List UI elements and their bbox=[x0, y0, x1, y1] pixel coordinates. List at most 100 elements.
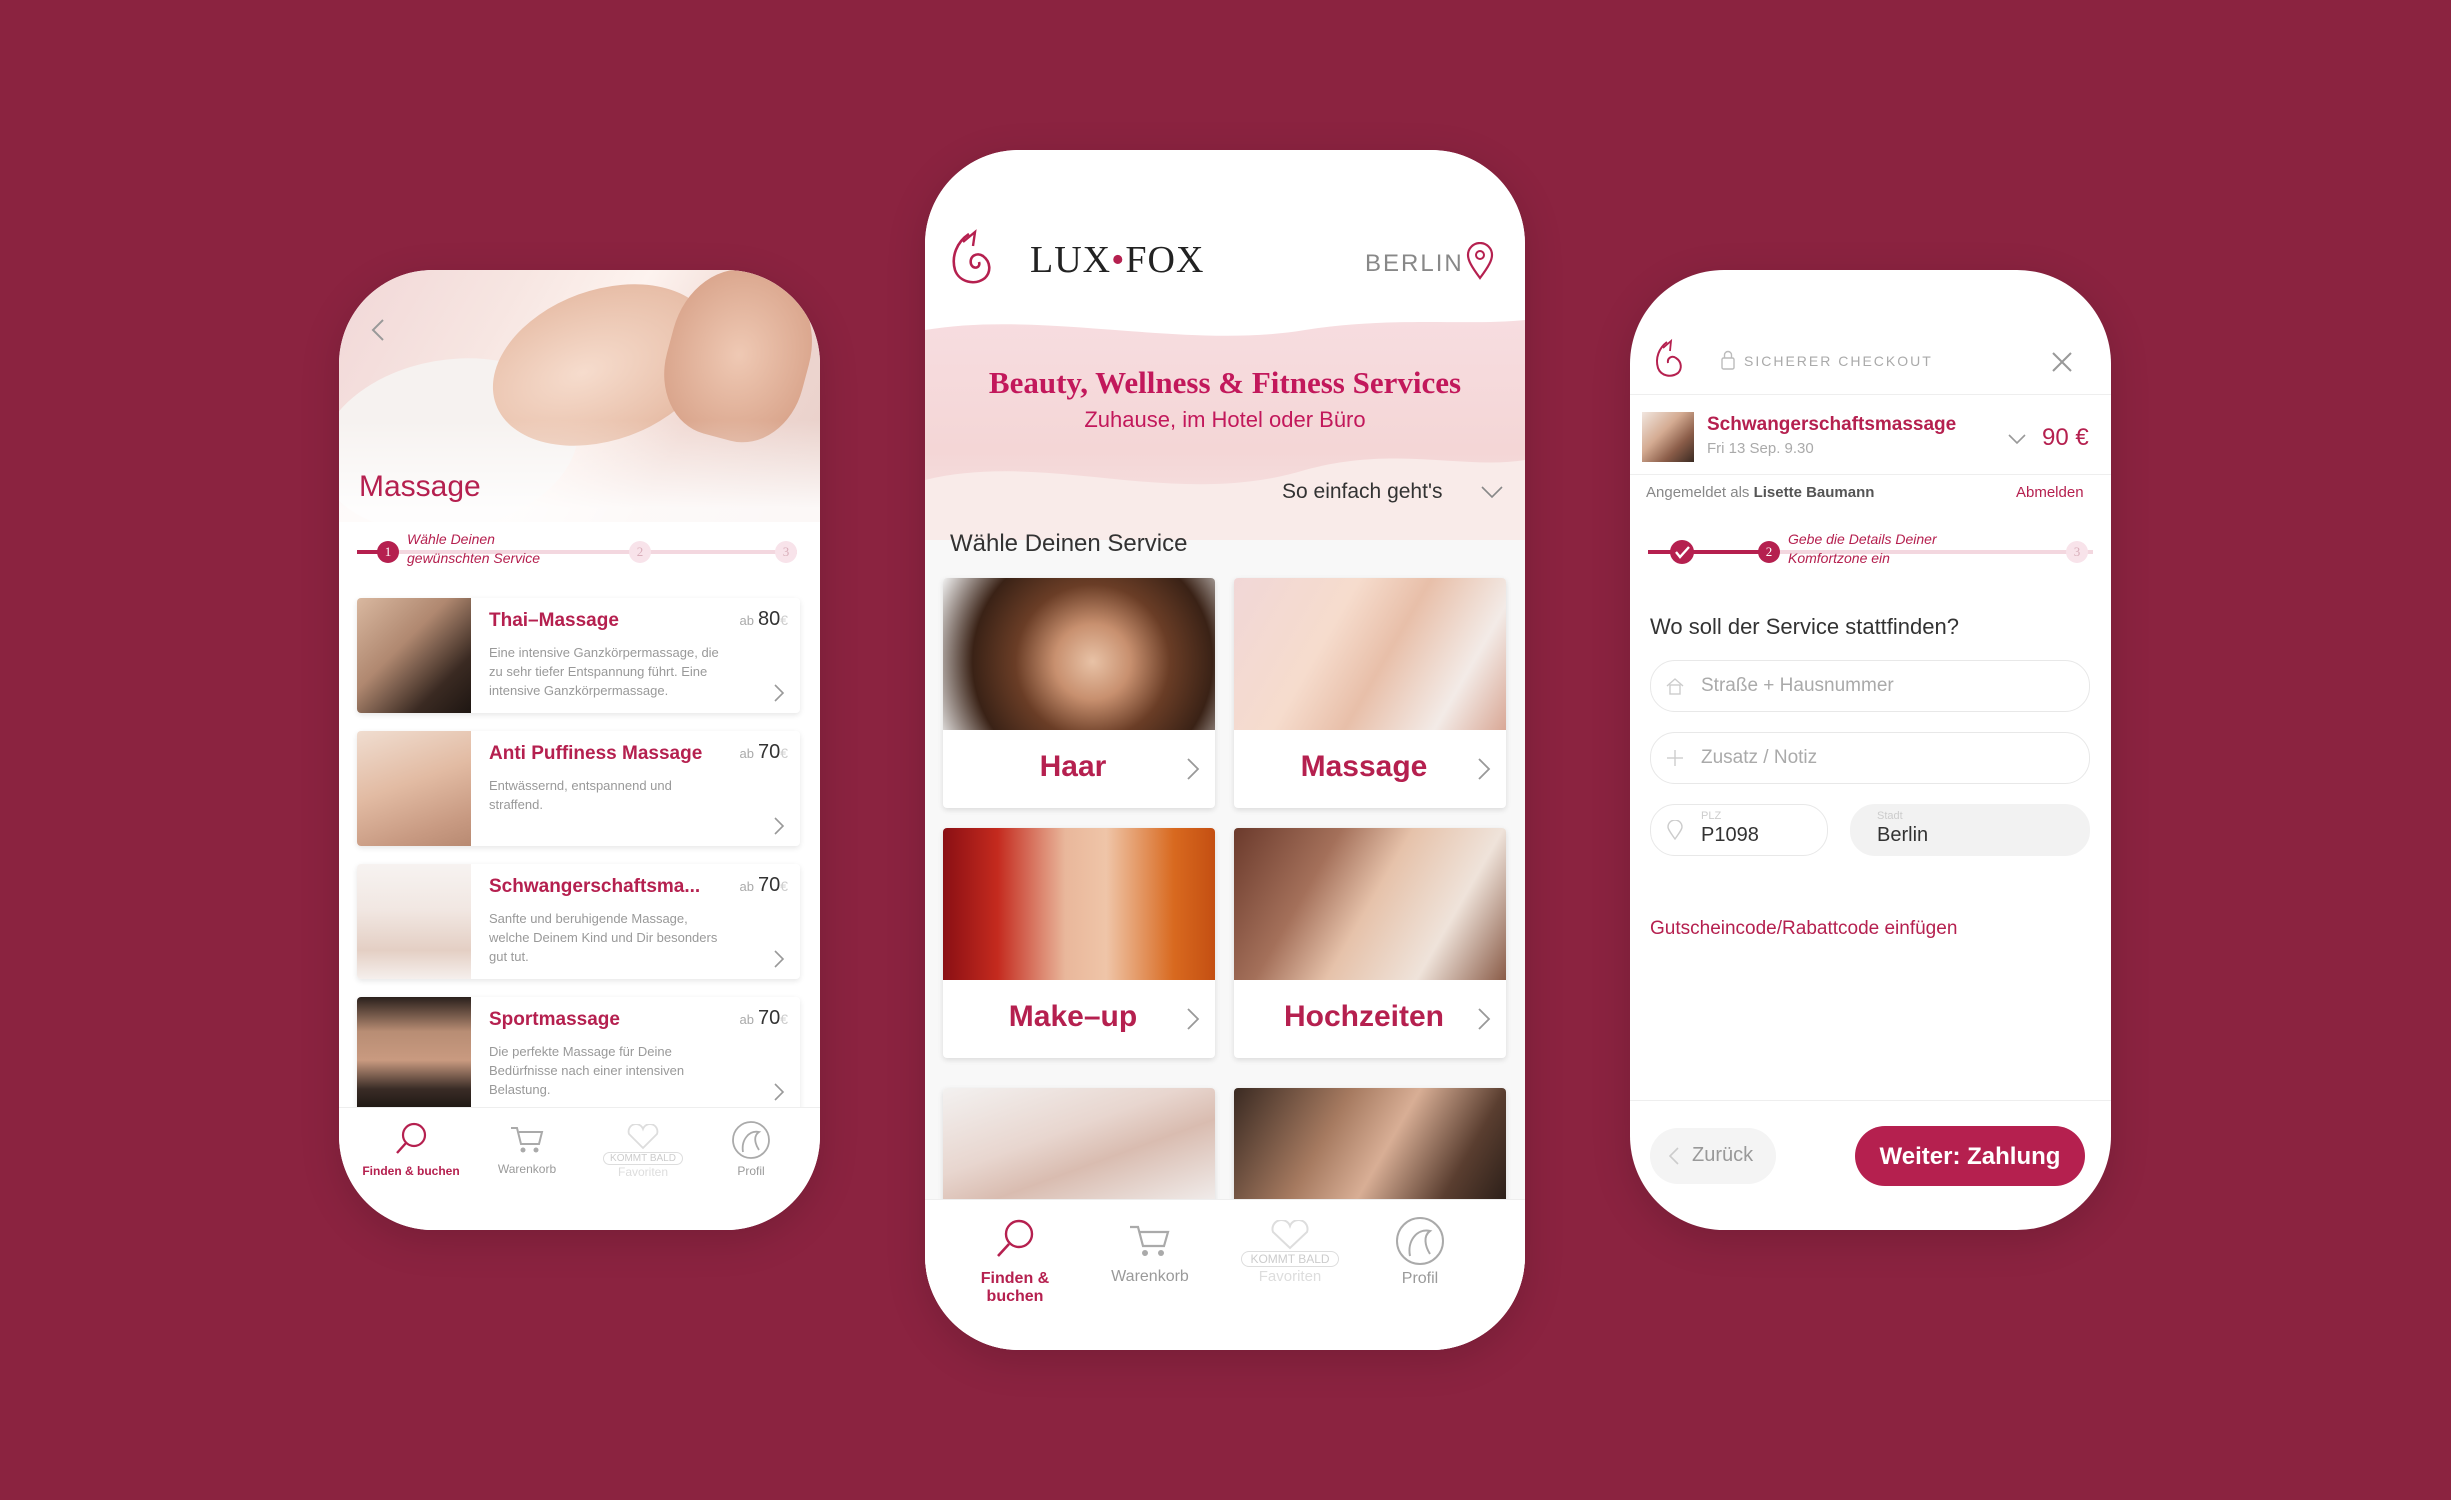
category-label: Haar bbox=[1039, 750, 1107, 783]
category-image bbox=[943, 1088, 1215, 1206]
city-field: Stadt Berlin bbox=[1850, 804, 2090, 856]
chevron-right-icon bbox=[774, 684, 785, 702]
service-list: Thai–Massage ab 80€ Eine intensive Ganzkö… bbox=[357, 598, 800, 1130]
tab-find-and-book[interactable]: Finden & buchen bbox=[361, 1120, 461, 1178]
category-label: Hochzeiten bbox=[1283, 1000, 1445, 1033]
tab-cart[interactable]: Warenkorb bbox=[1100, 1222, 1200, 1286]
step-2-indicator: 2 bbox=[1758, 541, 1780, 563]
tab-cart[interactable]: Warenkorb bbox=[487, 1124, 567, 1176]
service-thumbnail bbox=[357, 598, 471, 713]
logout-link[interactable]: Abmelden bbox=[2016, 484, 2084, 501]
service-card-anti-puffiness[interactable]: Anti Puffiness Massage ab 70€ Entwässernd… bbox=[357, 731, 800, 846]
location-question: Wo soll der Service stattfinden? bbox=[1650, 614, 1959, 639]
postal-code-field[interactable]: PLZ P1098 bbox=[1650, 804, 1828, 856]
service-card-thai[interactable]: Thai–Massage ab 80€ Eine intensive Ganzkö… bbox=[357, 598, 800, 713]
category-tile-hair[interactable]: Haar bbox=[943, 578, 1215, 808]
order-price: 90 € bbox=[2042, 424, 2089, 451]
how-it-works-toggle[interactable]: So einfach geht's bbox=[1282, 480, 1442, 504]
step-3-indicator: 3 bbox=[2066, 541, 2088, 563]
checkout-header bbox=[1630, 270, 2111, 395]
back-button[interactable]: Zurück bbox=[1650, 1128, 1776, 1184]
right-phone-screen: SICHERER CHECKOUT Schwangerschaftsmassag… bbox=[1630, 270, 2111, 1230]
lock-icon bbox=[1721, 350, 1735, 370]
service-card-sport[interactable]: Sportmassage ab 70€ Die perfekte Massage … bbox=[357, 997, 800, 1112]
search-icon bbox=[396, 1122, 427, 1154]
category-image bbox=[943, 578, 1215, 730]
chevron-down-icon[interactable] bbox=[2007, 432, 2027, 446]
bottom-tab-bar: Finden & buchen Warenkorb KOMMT BALD Fav… bbox=[339, 1107, 820, 1230]
service-price: ab 70€ bbox=[739, 741, 788, 763]
category-tile-makeup[interactable]: Make–up bbox=[943, 828, 1215, 1058]
brand-wordmark: LUX•FOX bbox=[1030, 239, 1205, 281]
tab-profile[interactable]: Profil bbox=[711, 1120, 791, 1178]
note-placeholder: Zusatz / Notiz bbox=[1701, 747, 1818, 768]
city-selector-label[interactable]: BERLIN bbox=[1365, 250, 1464, 278]
profile-icon bbox=[732, 1121, 770, 1159]
tab-find-and-book[interactable]: Finden & buchen bbox=[955, 1216, 1075, 1306]
service-name: Schwangerschaftsma... bbox=[489, 876, 701, 897]
service-price: ab 70€ bbox=[739, 874, 788, 896]
location-pin-icon bbox=[1667, 820, 1683, 840]
category-tile-weddings[interactable]: Hochzeiten bbox=[1234, 828, 1506, 1058]
note-field[interactable]: Zusatz / Notiz bbox=[1650, 732, 2090, 784]
step-1-label: Wähle Deinen gewünschten Service bbox=[407, 531, 541, 566]
heart-icon bbox=[1271, 1220, 1309, 1250]
voucher-code-link[interactable]: Gutscheincode/Rabattcode einfügen bbox=[1650, 918, 1957, 940]
chevron-right-icon bbox=[774, 1083, 785, 1101]
category-label: Make–up bbox=[1008, 1000, 1138, 1033]
category-tile-barber[interactable] bbox=[1234, 1088, 1506, 1206]
coming-soon-badge: KOMMT BALD bbox=[603, 1152, 683, 1165]
order-service-name: Schwangerschaftsmassage bbox=[1707, 414, 1957, 435]
hero-subline: Zuhause, im Hotel oder Büro bbox=[1084, 407, 1366, 432]
service-thumbnail bbox=[357, 731, 471, 846]
left-phone-screen: Massage 1 Wähle Deinen gewünschten Servic… bbox=[339, 270, 820, 1230]
step-2-indicator: 2 bbox=[629, 541, 651, 563]
chevron-left-icon bbox=[1668, 1147, 1679, 1165]
step-1-done-indicator bbox=[1670, 540, 1694, 564]
chevron-right-icon bbox=[1187, 758, 1200, 780]
category-image bbox=[1234, 578, 1506, 730]
order-thumbnail bbox=[1642, 412, 1694, 462]
location-pin-icon[interactable] bbox=[1465, 242, 1495, 280]
app-header bbox=[925, 150, 1525, 320]
city-value: Berlin bbox=[1877, 824, 1929, 846]
fox-logo-icon bbox=[1656, 338, 1682, 377]
category-image bbox=[1234, 828, 1506, 980]
progress-stepper: 1 Wähle Deinen gewünschten Service 2 3 bbox=[357, 531, 797, 582]
close-icon[interactable] bbox=[2050, 350, 2074, 374]
service-price: ab 80€ bbox=[739, 608, 788, 630]
postal-code-label: PLZ bbox=[1701, 810, 1722, 822]
service-description: Eine intensive Ganzkörpermassage, die zu … bbox=[489, 645, 719, 698]
category-label: Massage bbox=[1300, 750, 1428, 783]
plus-icon bbox=[1667, 750, 1683, 766]
chevron-down-icon[interactable] bbox=[1480, 483, 1504, 501]
checkmark-icon bbox=[1675, 546, 1690, 559]
street-field[interactable]: Straße + Hausnummer bbox=[1650, 660, 2090, 712]
street-placeholder: Straße + Hausnummer bbox=[1701, 675, 1894, 696]
middle-phone-screen: LUX•FOX BERLIN Beauty, Wellness & Fitnes… bbox=[925, 150, 1525, 1350]
category-tile-nails[interactable] bbox=[943, 1088, 1215, 1206]
service-thumbnail bbox=[357, 864, 471, 979]
heart-icon bbox=[627, 1124, 659, 1150]
coming-soon-badge: KOMMT BALD bbox=[1241, 1251, 1339, 1267]
progress-stepper: 2 Gebe die Details Deiner Komfortzone ein… bbox=[1648, 531, 2093, 582]
service-thumbnail bbox=[357, 997, 471, 1112]
service-description: Die perfekte Massage für Deine Bedürfniss… bbox=[489, 1044, 685, 1097]
back-arrow-icon[interactable] bbox=[367, 318, 391, 342]
step-3-indicator: 3 bbox=[775, 541, 797, 563]
category-image bbox=[1234, 1088, 1506, 1206]
category-tile-massage[interactable]: Massage bbox=[1234, 578, 1506, 808]
postal-code-value: P1098 bbox=[1701, 824, 1759, 846]
profile-icon bbox=[1396, 1217, 1444, 1265]
service-name: Thai–Massage bbox=[489, 610, 619, 631]
service-card-pregnancy[interactable]: Schwangerschaftsma... ab 70€ Sanfte und b… bbox=[357, 864, 800, 979]
continue-to-payment-button[interactable]: Weiter: Zahlung bbox=[1855, 1126, 2085, 1186]
chevron-right-icon bbox=[774, 817, 785, 835]
city-label: Stadt bbox=[1877, 810, 1903, 822]
tab-favorites-disabled: KOMMT BALD Favoriten bbox=[593, 1124, 693, 1179]
tab-profile[interactable]: Profil bbox=[1375, 1216, 1465, 1288]
secure-checkout-label: SICHERER CHECKOUT bbox=[1744, 353, 1933, 369]
step-2-label: Gebe die Details Deiner Komfortzone ein bbox=[1788, 531, 1937, 566]
logged-in-info: Angemeldet als Lisette Baumann bbox=[1646, 484, 1875, 501]
section-title: Wähle Deinen Service bbox=[950, 530, 1188, 557]
